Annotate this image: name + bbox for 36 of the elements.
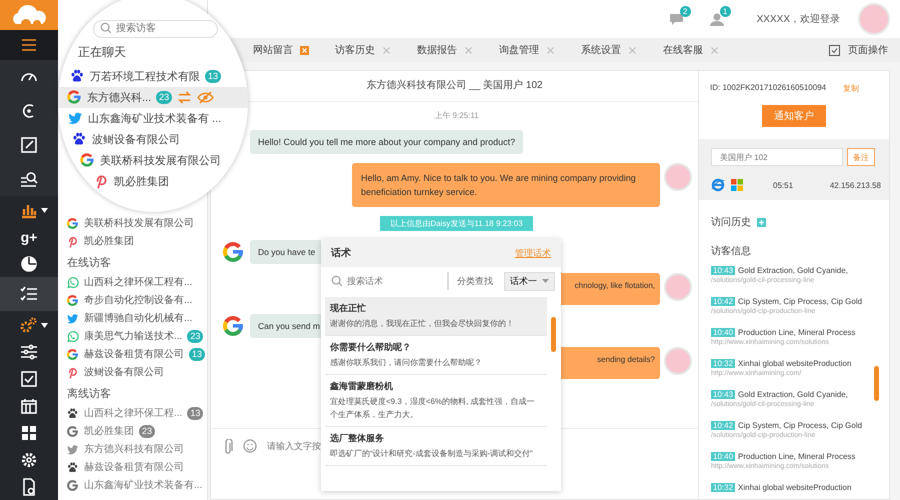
system-notice: 以上信息由Daisy发送与11.18 9:23:03: [380, 216, 533, 231]
greeting-text: XXXXX，欢迎登录: [756, 12, 840, 26]
time-badge: 10:32: [711, 483, 736, 492]
reply-title: 鑫海雷蒙磨粉机: [330, 380, 394, 393]
section-title: 离线访客: [66, 386, 112, 402]
ip-address: 42.156.213.58: [830, 180, 881, 190]
time-badge: 10:42: [711, 297, 736, 306]
section-title: 访客信息: [710, 244, 752, 259]
time-badge: 10:43: [711, 266, 736, 275]
time-badge: 10:42: [711, 421, 736, 430]
time-badge: 10:40: [711, 452, 736, 461]
page-title: Xinhai global websiteProduction: [738, 359, 852, 368]
popup-title: 话术: [331, 246, 351, 260]
page-title: Production Line, Mineral Process: [738, 452, 856, 461]
page-title: Cip System, Cip Process, Cip Gold: [738, 421, 862, 430]
page-title: Production Line, Mineral Process: [738, 328, 856, 337]
visit-duration: 05:51: [773, 180, 794, 190]
page-title: Gold Extraction, Gold Cyanide,: [738, 266, 848, 275]
section-title: 访问历史: [711, 216, 751, 229]
page-title: Xinhai global websiteProduction: [738, 483, 852, 492]
time-badge: 10:43: [711, 390, 736, 399]
time-badge: 10:32: [711, 359, 736, 368]
visitor-message: Hello! Could you tell me more about your company and product?: [250, 130, 524, 154]
reply-text: 宜处理莫氏硬度<9.3，湿度<6%的物料, 成套性强，自成一个生产体系，生产力大。: [330, 396, 536, 421]
page-title: Cip System, Cip Process, Cip Gold: [738, 297, 862, 306]
page-title: Gold Extraction, Gold Cyanide,: [738, 390, 848, 399]
reply-title: 现在正忙: [330, 302, 367, 315]
filter-label: 分类查找: [457, 274, 493, 288]
count-badge: 1: [720, 6, 731, 17]
section-title: 正在聊天: [78, 44, 126, 60]
visitor-id: ID: 1002FK20171026160510094: [710, 83, 826, 94]
time-badge: 10:40: [711, 328, 736, 337]
timestamp: 上午 9:25:11: [433, 110, 480, 121]
section-title: 在线访客: [66, 256, 112, 271]
agent-message: Hello, am Amy. Nice to talk to you. We are mining company providing beneficiation turnkey service.: [352, 163, 660, 207]
count-badge: 2: [680, 6, 691, 17]
